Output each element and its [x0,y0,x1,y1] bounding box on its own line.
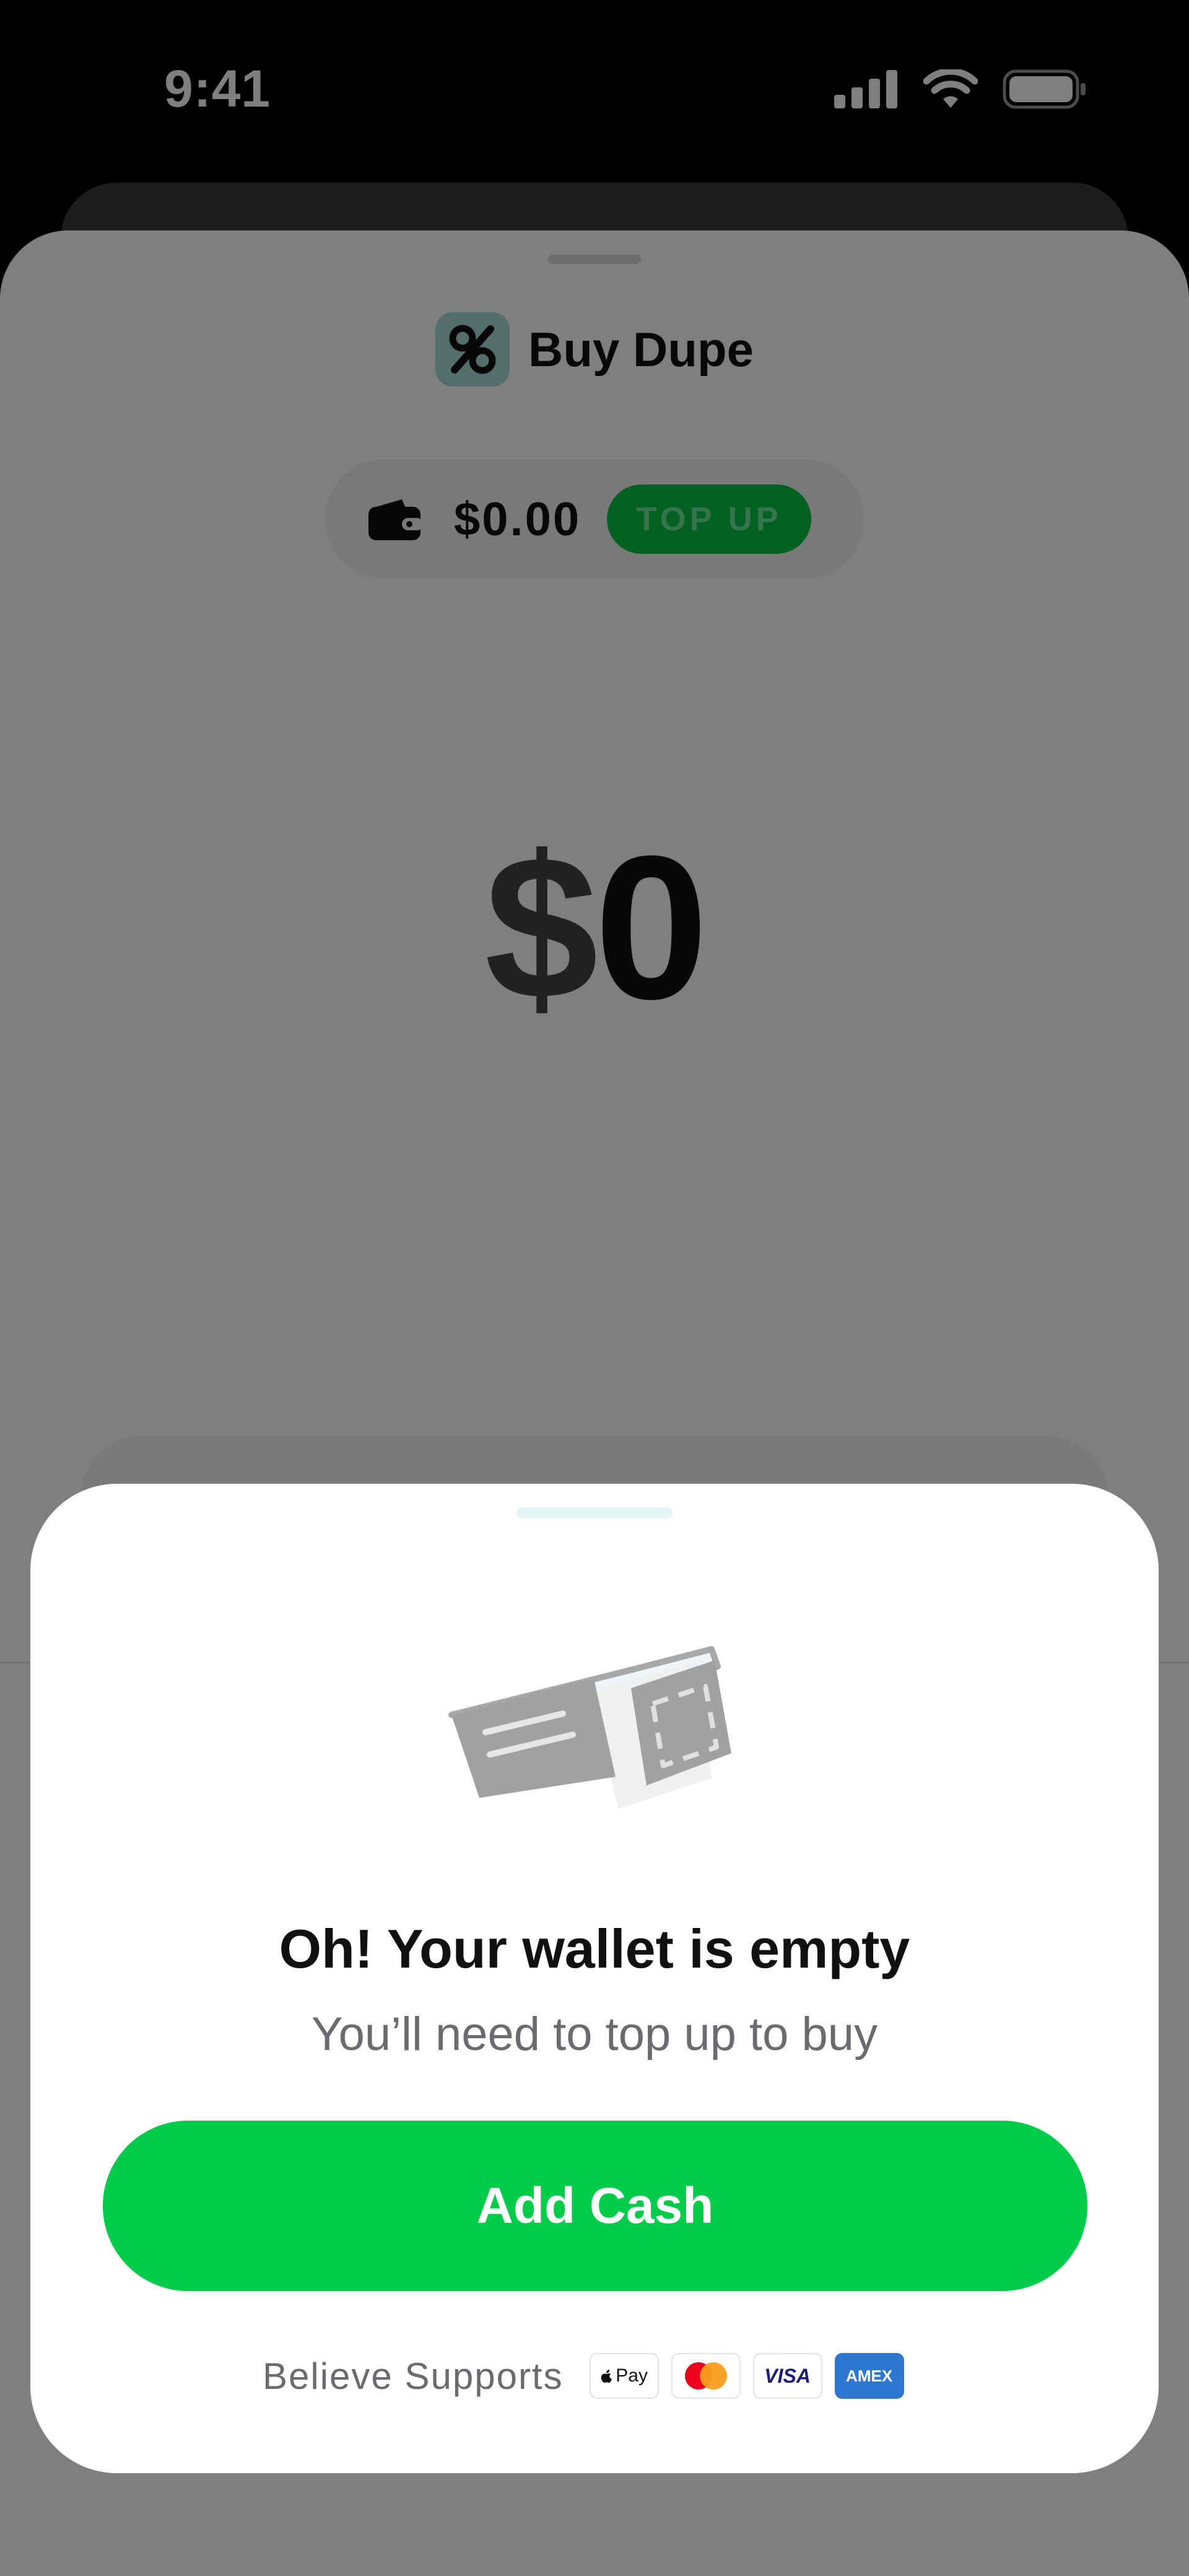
empty-wallet-icon [448,1646,731,1809]
modal-subtitle: You’ll need to top up to buy [311,2008,878,2061]
empty-wallet-modal: Oh! Your wallet is empty You’ll need to … [30,1484,1159,2473]
mastercard-icon [671,2353,741,2399]
visa-icon: VISA [752,2353,822,2399]
modal-title: Oh! Your wallet is empty [279,1918,910,1979]
amex-icon: AMEX [834,2353,904,2399]
supports-label: Believe Supports [263,2355,564,2397]
add-cash-button[interactable]: Add Cash [103,2121,1087,2291]
apple-pay-icon: Pay [589,2353,659,2399]
modal-grabber[interactable] [516,1507,673,1518]
payment-support-row: Believe Supports Pay VISA AMEX [263,2351,917,2401]
